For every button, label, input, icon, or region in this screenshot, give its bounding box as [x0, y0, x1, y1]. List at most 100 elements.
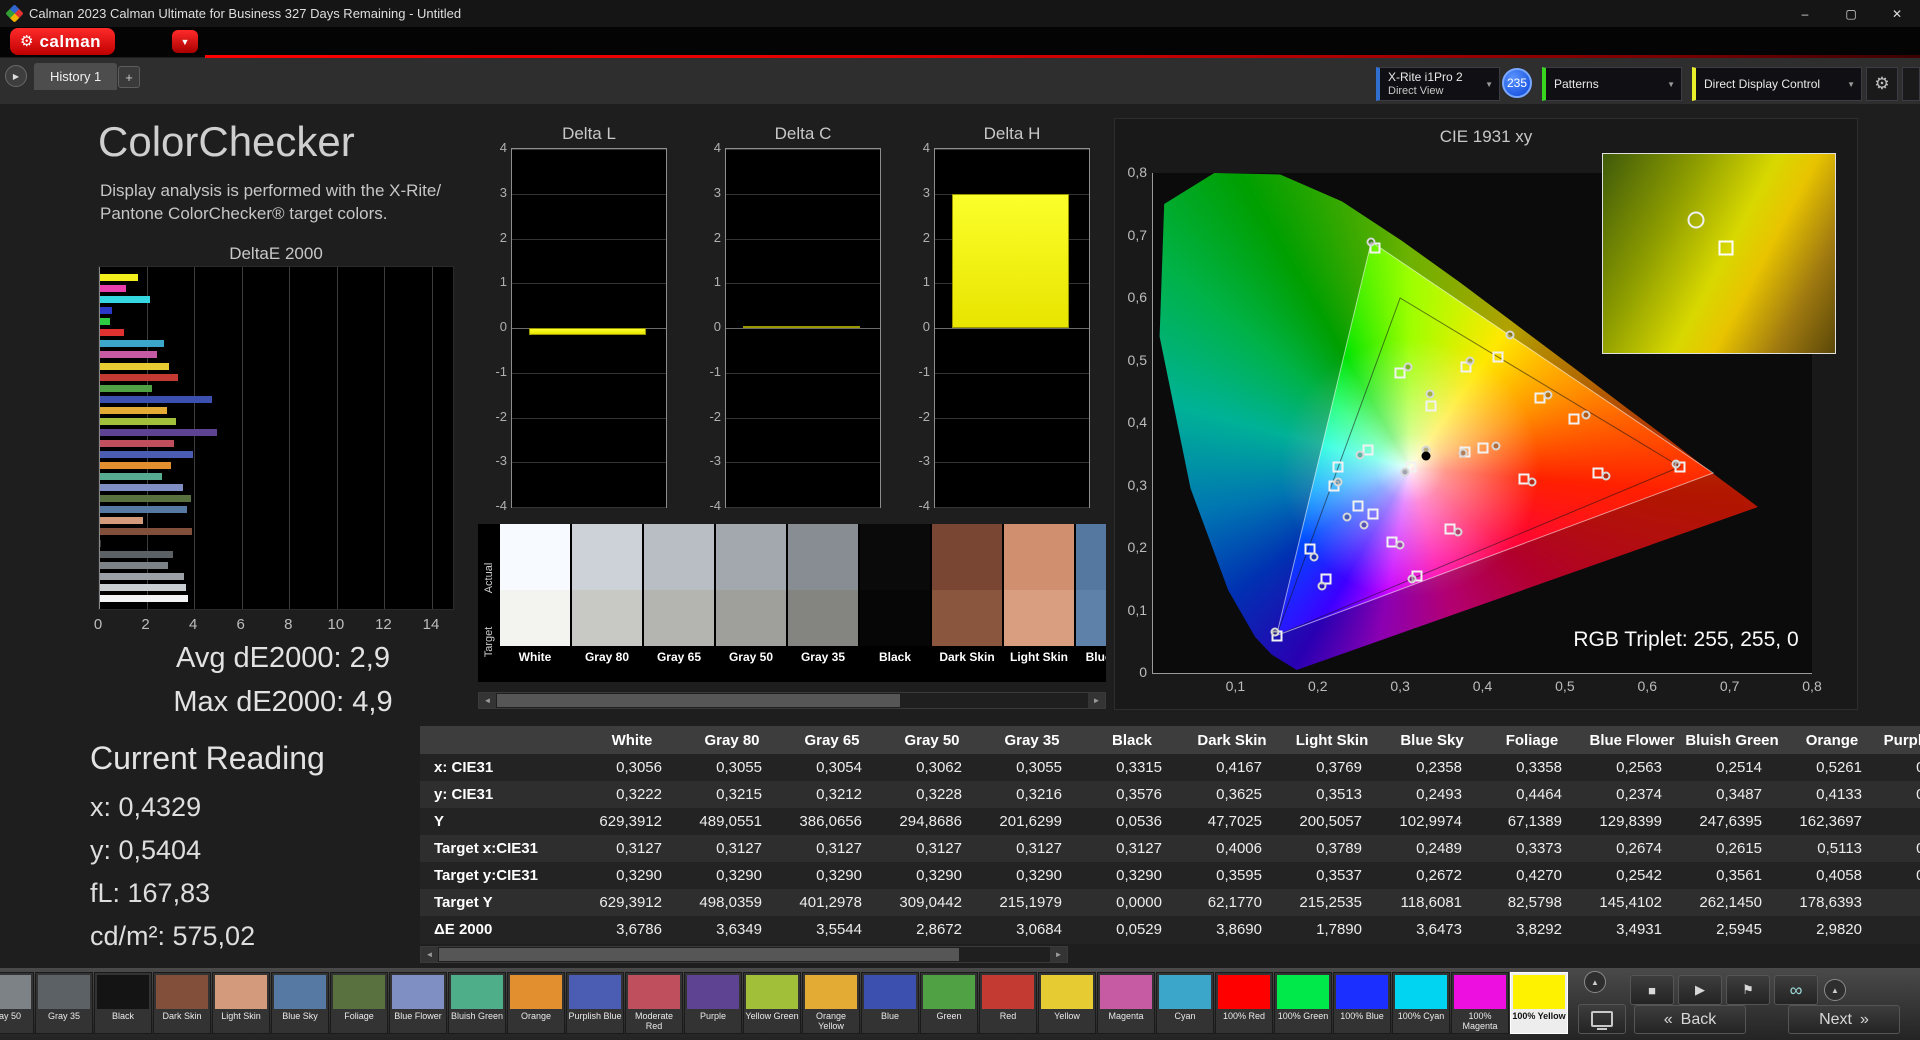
scrollbar-track[interactable] — [438, 947, 1050, 962]
swatch-row-labels: Actual Target — [478, 524, 500, 682]
patch-button[interactable]: 100% Red — [1215, 972, 1273, 1034]
patch-button[interactable]: Orange Yellow — [802, 972, 860, 1034]
patch-color — [687, 975, 739, 1009]
patch-button[interactable]: Green — [920, 972, 978, 1034]
patch-button[interactable]: Cyan — [1156, 972, 1214, 1034]
patch-button[interactable]: Blue Sky — [271, 972, 329, 1034]
patch-button[interactable]: Foliage — [330, 972, 388, 1034]
patch-label: Yellow — [1039, 1009, 1095, 1021]
patch-button[interactable]: Gray 50 — [0, 972, 34, 1034]
patch-button[interactable]: Blue — [861, 972, 919, 1034]
patch-button[interactable]: Purplish Blue — [566, 972, 624, 1034]
patch-color — [1100, 975, 1152, 1009]
target-row-label: Target — [483, 622, 495, 662]
minimize-button[interactable]: – — [1782, 0, 1828, 27]
cie-measured-marker — [1400, 467, 1409, 476]
table-column-header: Orange — [1782, 726, 1882, 754]
patterns-dropdown[interactable]: Patterns ▼ — [1542, 67, 1682, 101]
table-cell: 247,6395 — [1682, 808, 1782, 835]
table-cell: 0,1645 — [1882, 781, 1920, 808]
patch-button[interactable]: Orange — [507, 972, 565, 1034]
patch-button[interactable]: 100% Yellow — [1510, 972, 1568, 1034]
next-button[interactable]: Next » — [1788, 1005, 1900, 1034]
close-button[interactable]: ✕ — [1874, 0, 1920, 27]
patch-button[interactable]: Red — [979, 972, 1037, 1034]
collapse-up-button[interactable]: ▲ — [1584, 971, 1606, 993]
table-cell: 0,3290 — [982, 862, 1082, 889]
patch-button[interactable]: Light Skin — [212, 972, 270, 1034]
table-cell: 2,5945 — [1682, 916, 1782, 943]
swatch-scrollbar[interactable]: ◄ ► — [478, 692, 1106, 709]
x-axis-tick-label: 6 — [237, 616, 245, 633]
main-menu-dropdown-button[interactable]: ▼ — [172, 30, 198, 53]
patch-color — [392, 975, 444, 1009]
expand-up-button[interactable]: ▲ — [1824, 979, 1846, 1001]
table-cell: 3,6349 — [682, 916, 782, 943]
deltae-bar — [100, 429, 217, 436]
patch-button[interactable]: 100% Cyan — [1392, 972, 1450, 1034]
scroll-left-button[interactable]: ◄ — [479, 693, 496, 708]
swatch-target — [644, 590, 714, 646]
y-axis-tick-label: -3 — [495, 453, 507, 468]
table-cell: 0,3127 — [782, 835, 882, 862]
y-axis-tick-label: 2 — [923, 230, 930, 245]
patch-label: Bluish Green — [449, 1009, 505, 1021]
scrollbar-thumb[interactable] — [497, 694, 900, 707]
patch-button[interactable]: Moderate Red — [625, 972, 683, 1034]
patch-button[interactable]: Gray 35 — [35, 972, 93, 1034]
table-cell: 0,3769 — [1282, 754, 1382, 781]
add-tab-button[interactable]: + — [118, 66, 140, 88]
settings-button[interactable]: ⚙ — [1866, 67, 1898, 101]
delta-h-title: Delta H — [934, 124, 1090, 144]
bottom-toolbar: Gray 50Gray 35BlackDark SkinLight SkinBl… — [0, 968, 1920, 1040]
meter-dropdown[interactable]: X-Rite i1Pro 2 Direct View ▼ — [1376, 67, 1500, 101]
patch-label: Purple — [685, 1009, 741, 1021]
stop-button[interactable]: ■ — [1630, 975, 1674, 1005]
flag-button[interactable]: ⚑ — [1726, 975, 1770, 1005]
patch-button[interactable]: Bluish Green — [448, 972, 506, 1034]
scroll-left-button[interactable]: ◄ — [421, 947, 438, 962]
table-scrollbar[interactable]: ◄ ► — [420, 946, 1068, 963]
y-axis-tick-label: -1 — [495, 364, 507, 379]
cie-measured-marker — [1544, 390, 1553, 399]
cie-measured-marker — [1492, 442, 1501, 451]
table-row: Y629,3912489,0551386,0656294,8686201,629… — [420, 808, 1920, 835]
table-cell: 401,2978 — [782, 889, 882, 916]
patch-button[interactable]: Blue Flower — [389, 972, 447, 1034]
patch-button[interactable]: 100% Green — [1274, 972, 1332, 1034]
deltae-bar — [100, 573, 184, 580]
patch-button[interactable]: Black — [94, 972, 152, 1034]
table-cell: 0,2615 — [1682, 835, 1782, 862]
display-button[interactable] — [1578, 1004, 1626, 1034]
back-button[interactable]: « Back — [1634, 1005, 1746, 1034]
x-axis-tick-label: 0,8 — [1802, 678, 1821, 694]
table-cell: 2,8672 — [882, 916, 982, 943]
tab-history-1[interactable]: History 1 — [34, 63, 117, 90]
scroll-right-button[interactable]: ► — [1050, 947, 1067, 962]
patch-button[interactable]: 100% Blue — [1333, 972, 1391, 1034]
scroll-right-button[interactable]: ► — [1088, 693, 1105, 708]
patch-label: Cyan — [1157, 1009, 1213, 1021]
patch-button[interactable]: Yellow — [1038, 972, 1096, 1034]
layout-nav-button[interactable]: ▶ — [5, 65, 27, 87]
scrollbar-thumb[interactable] — [439, 948, 959, 961]
continuous-measure-button[interactable]: ∞ — [1774, 975, 1818, 1005]
calman-logo-button[interactable]: ⚙ calman — [10, 28, 115, 55]
patch-button[interactable]: Dark Skin — [153, 972, 211, 1034]
cie-measured-marker — [1317, 581, 1326, 590]
play-button[interactable]: ▶ — [1678, 975, 1722, 1005]
gridline — [512, 239, 666, 240]
patch-button[interactable]: Magenta — [1097, 972, 1155, 1034]
patch-button[interactable]: 100% Magenta — [1451, 972, 1509, 1034]
table-cell: 0,3290 — [582, 862, 682, 889]
swatch-items: WhiteGray 80Gray 65Gray 50Gray 35BlackDa… — [500, 524, 1106, 682]
display-control-dropdown[interactable]: Direct Display Control ▼ — [1692, 67, 1862, 101]
deltae-bar — [100, 473, 162, 480]
scrollbar-track[interactable] — [496, 693, 1088, 708]
patch-button[interactable]: Purple — [684, 972, 742, 1034]
patch-color — [923, 975, 975, 1009]
collapsed-side-panel[interactable] — [1902, 67, 1920, 101]
maximize-button[interactable]: ▢ — [1828, 0, 1874, 27]
table-column-header: Bluish Green — [1682, 726, 1782, 754]
patch-button[interactable]: Yellow Green — [743, 972, 801, 1034]
